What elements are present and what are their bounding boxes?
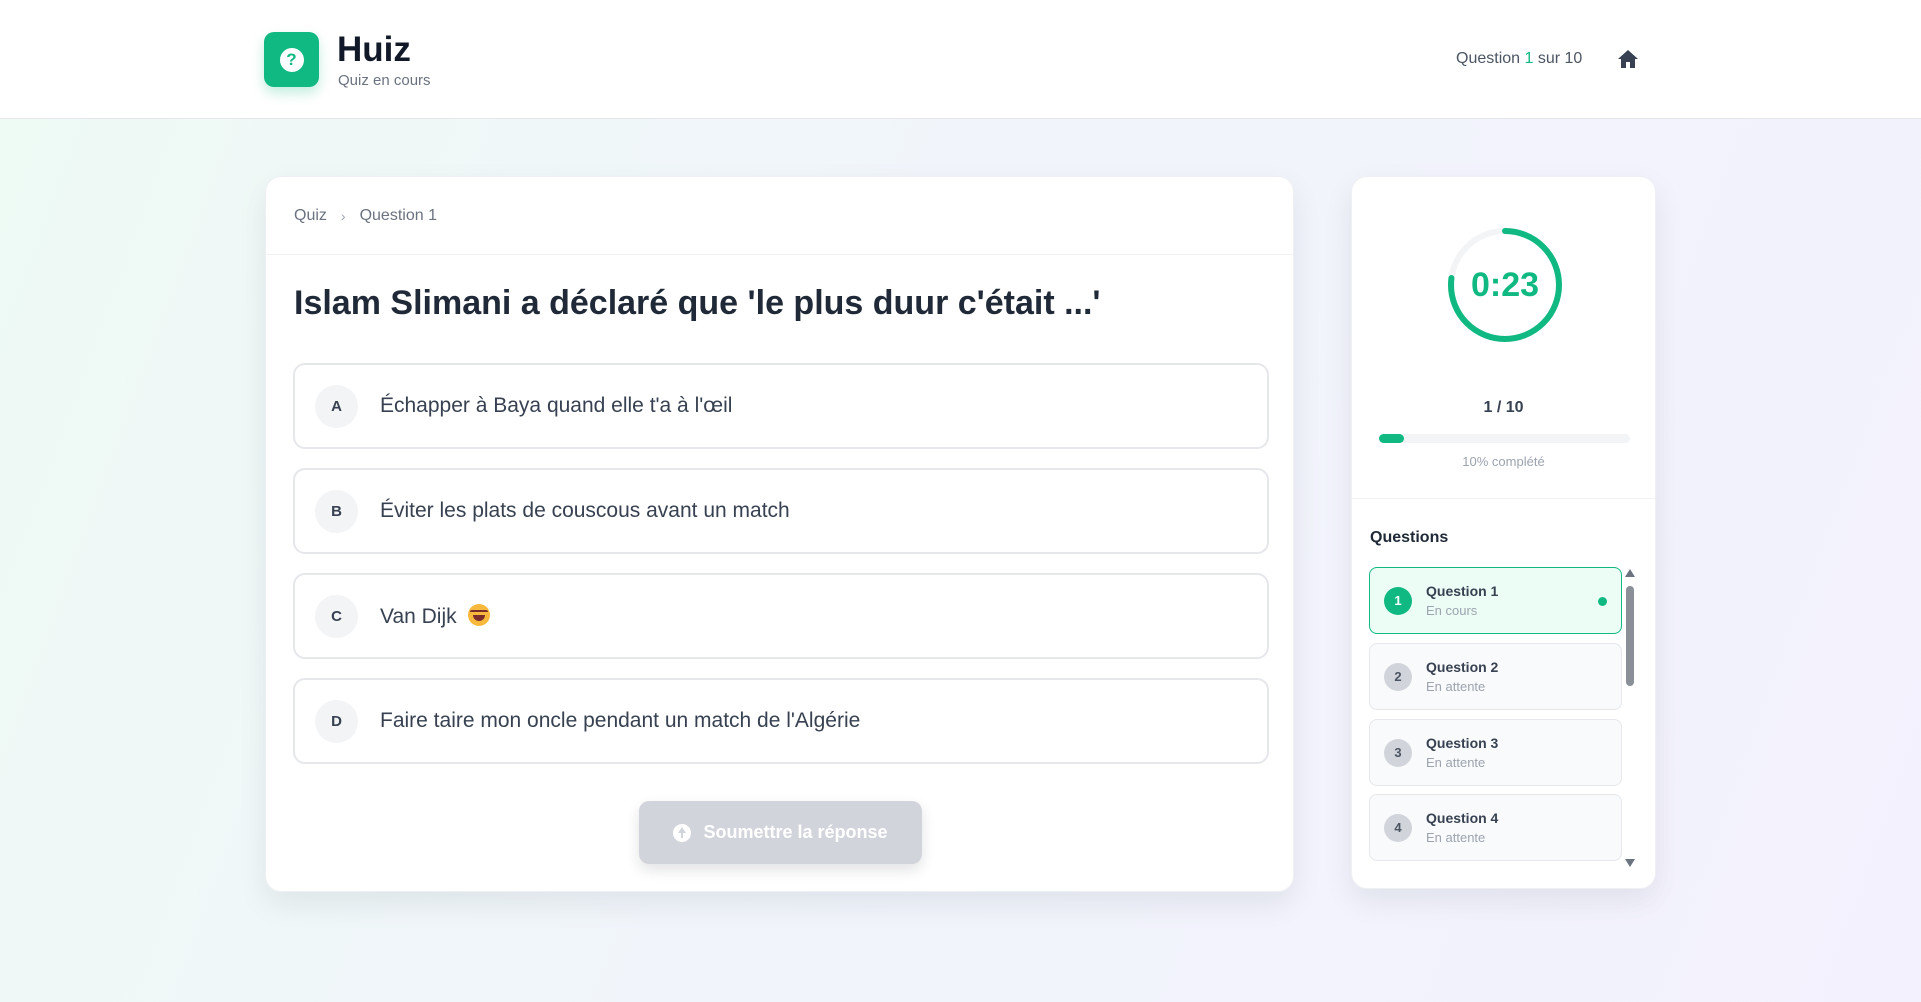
breadcrumb-current: Question 1 bbox=[359, 206, 437, 224]
divider bbox=[1352, 498, 1655, 499]
question-list-item-4[interactable]: 4 Question 4 En attente bbox=[1369, 794, 1622, 861]
current-indicator-dot bbox=[1598, 597, 1607, 606]
option-text: Échapper à Baya quand elle t'a à l'œil bbox=[380, 394, 733, 417]
progress-bar-fill bbox=[1379, 434, 1405, 443]
question-list-item-3[interactable]: 3 Question 3 En attente bbox=[1369, 719, 1622, 786]
timer-value: 0:23 bbox=[1470, 265, 1540, 304]
scroll-up-arrow-icon[interactable] bbox=[1625, 569, 1635, 577]
question-name: Question 1 bbox=[1426, 583, 1499, 599]
question-circle-icon: ? bbox=[279, 47, 304, 72]
answer-option-a[interactable]: A Échapper à Baya quand elle t'a à l'œil bbox=[293, 363, 1269, 449]
question-status: En attente bbox=[1426, 830, 1486, 845]
top-header: ? Huiz Quiz en cours Question 1 sur 10 bbox=[0, 0, 1921, 119]
question-list-item-1[interactable]: 1 Question 1 En cours bbox=[1369, 567, 1622, 634]
breadcrumb: Quiz › Question 1 bbox=[266, 177, 1293, 255]
question-title: Islam Slimani a déclaré que 'le plus duu… bbox=[294, 284, 1101, 322]
question-card: Quiz › Question 1 Islam Slimani a déclar… bbox=[265, 176, 1294, 892]
app-subtitle: Quiz en cours bbox=[338, 72, 431, 89]
answer-option-b[interactable]: B Éviter les plats de couscous avant un … bbox=[293, 468, 1269, 554]
progress-label: 10% complété bbox=[1462, 454, 1545, 469]
progress-count: 1 / 10 bbox=[1483, 399, 1524, 416]
laughing-emoji-icon bbox=[468, 603, 491, 626]
questions-heading: Questions bbox=[1370, 529, 1449, 546]
question-name: Question 2 bbox=[1426, 659, 1499, 675]
chevron-right-icon: › bbox=[340, 207, 346, 224]
question-name: Question 4 bbox=[1426, 810, 1499, 826]
progress-bar bbox=[1379, 434, 1630, 443]
arrow-up-circle-icon bbox=[673, 823, 692, 842]
app-logo[interactable]: ? bbox=[264, 32, 319, 87]
question-meta: Question 1 En cours bbox=[1426, 583, 1498, 618]
scroll-down-arrow-icon[interactable] bbox=[1625, 859, 1635, 867]
timer: 0:23 bbox=[1446, 226, 1564, 344]
question-meta: Question 2 En attente bbox=[1426, 659, 1498, 694]
submit-answer-button[interactable]: Soumettre la réponse bbox=[639, 801, 922, 864]
answer-option-d[interactable]: D Faire taire mon oncle pendant un match… bbox=[293, 678, 1269, 764]
option-letter: D bbox=[315, 699, 358, 743]
question-name: Question 3 bbox=[1426, 735, 1499, 751]
progress-panel: 0:23 1 / 10 10% complété Questions 1 Que… bbox=[1351, 176, 1656, 889]
answer-option-c[interactable]: C Van Dijk bbox=[293, 573, 1269, 659]
question-number: 1 bbox=[1384, 586, 1412, 615]
question-status: En attente bbox=[1426, 679, 1486, 694]
question-number: 4 bbox=[1384, 813, 1412, 842]
breadcrumb-root[interactable]: Quiz bbox=[294, 207, 327, 225]
option-letter: C bbox=[315, 594, 358, 638]
home-icon[interactable] bbox=[1617, 49, 1639, 69]
counter-suffix: sur 10 bbox=[1537, 50, 1583, 67]
question-meta: Question 4 En attente bbox=[1426, 810, 1498, 845]
option-letter: A bbox=[315, 384, 358, 428]
option-text: Éviter les plats de couscous avant un ma… bbox=[380, 499, 790, 522]
question-counter: Question 1 sur 10 bbox=[1456, 50, 1582, 68]
counter-current: 1 bbox=[1524, 50, 1534, 67]
scroll-thumb[interactable] bbox=[1626, 586, 1634, 686]
question-meta: Question 3 En attente bbox=[1426, 735, 1498, 770]
option-text: Van Dijk bbox=[380, 604, 457, 628]
option-text: Faire taire mon oncle pendant un match d… bbox=[380, 709, 861, 732]
submit-label: Soumettre la réponse bbox=[703, 822, 888, 842]
question-list-scrollbar[interactable] bbox=[1623, 567, 1635, 869]
question-status: En cours bbox=[1426, 603, 1478, 618]
question-number: 2 bbox=[1384, 662, 1412, 691]
app-title: Huiz bbox=[337, 30, 411, 69]
counter-prefix: Question bbox=[1456, 50, 1521, 67]
question-status: En attente bbox=[1426, 755, 1486, 770]
question-list: 1 Question 1 En cours 2 Question 2 En at… bbox=[1369, 567, 1622, 869]
question-number: 3 bbox=[1384, 738, 1412, 767]
option-letter: B bbox=[315, 489, 358, 533]
option-text-wrap: Van Dijk bbox=[380, 603, 491, 629]
question-list-item-2[interactable]: 2 Question 2 En attente bbox=[1369, 643, 1622, 710]
